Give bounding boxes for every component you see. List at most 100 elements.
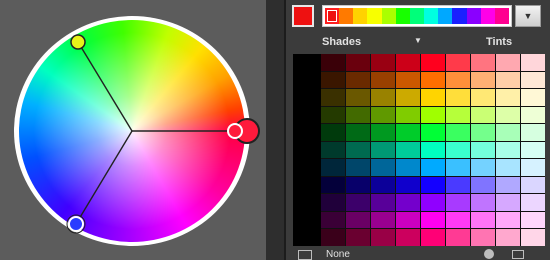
grid-swatch[interactable] [396,141,420,159]
grid-swatch[interactable] [471,54,495,71]
grid-swatch[interactable] [521,89,545,106]
grid-swatch[interactable] [471,106,495,124]
grid-swatch[interactable] [496,89,520,106]
grid-swatch[interactable] [421,124,445,141]
eye-icon[interactable] [484,249,494,259]
hue-strip-swatch[interactable] [438,8,453,24]
grid-swatch[interactable] [521,106,545,124]
grid-swatch[interactable] [471,176,495,194]
grid-swatch[interactable] [396,89,420,106]
grid-swatch[interactable] [396,194,420,211]
grid-swatch[interactable] [346,54,370,71]
grid-swatch[interactable] [346,211,370,229]
grid-swatch[interactable] [496,124,520,141]
hue-strip-swatch[interactable] [381,8,396,24]
panel-divider[interactable] [266,0,286,260]
grid-swatch[interactable] [521,141,545,159]
grid-swatch[interactable] [521,54,545,71]
grid-swatch[interactable] [321,71,345,89]
grid-swatch[interactable] [396,124,420,141]
grid-swatch[interactable] [396,176,420,194]
grid-swatch[interactable] [471,124,495,141]
strip-dropdown-button[interactable]: ▼ [515,5,541,27]
grid-swatch[interactable] [371,54,395,71]
grid-swatch[interactable] [496,176,520,194]
grid-swatch[interactable] [521,176,545,194]
grid-swatch[interactable] [521,229,545,246]
hue-strip-swatch[interactable] [367,8,382,24]
grid-swatch[interactable] [321,229,345,246]
grid-swatch[interactable] [446,71,470,89]
grid-swatch[interactable] [321,211,345,229]
grid-swatch[interactable] [346,71,370,89]
grid-swatch[interactable] [521,194,545,211]
grid-swatch[interactable] [371,211,395,229]
hue-strip-swatch[interactable] [339,8,354,24]
grid-swatch[interactable] [321,159,345,176]
grid-swatch[interactable] [446,229,470,246]
grid-swatch[interactable] [371,229,395,246]
harmony-handle-2[interactable] [68,216,84,232]
grid-swatch[interactable] [371,71,395,89]
hue-strip-swatch[interactable] [494,8,510,24]
grid-swatch[interactable] [396,229,420,246]
grid-swatch[interactable] [321,194,345,211]
folder-icon[interactable] [512,250,524,259]
shades-label[interactable]: Shades [322,36,361,48]
grid-swatch[interactable] [521,211,545,229]
grid-swatch[interactable] [321,54,345,71]
grid-swatch[interactable] [421,141,445,159]
current-color-swatch[interactable] [292,5,314,27]
grid-swatch[interactable] [446,211,470,229]
grid-swatch[interactable] [446,54,470,71]
grid-swatch[interactable] [521,159,545,176]
grid-swatch[interactable] [346,106,370,124]
grid-swatch[interactable] [496,159,520,176]
grid-swatch[interactable] [346,89,370,106]
grid-swatch[interactable] [421,71,445,89]
base-color-handle[interactable] [227,123,243,139]
grid-swatch[interactable] [321,89,345,106]
grid-swatch[interactable] [421,211,445,229]
grid-swatch[interactable] [446,106,470,124]
grid-swatch[interactable] [396,211,420,229]
grid-swatch[interactable] [496,211,520,229]
swatch-mode-icon[interactable] [298,250,312,260]
grid-swatch[interactable] [471,229,495,246]
grid-swatch[interactable] [421,54,445,71]
grid-swatch[interactable] [496,106,520,124]
hue-strip-swatch[interactable] [325,8,340,24]
hue-strip-swatch[interactable] [353,8,368,24]
grid-swatch[interactable] [346,141,370,159]
grid-swatch[interactable] [346,176,370,194]
grid-swatch[interactable] [496,194,520,211]
hue-strip-swatch[interactable] [480,8,495,24]
grid-swatch[interactable] [396,106,420,124]
grid-swatch[interactable] [371,176,395,194]
grid-swatch[interactable] [396,71,420,89]
grid-swatch[interactable] [346,194,370,211]
hue-strip-swatch[interactable] [409,8,425,24]
grid-swatch[interactable] [496,71,520,89]
grid-swatch[interactable] [496,229,520,246]
grid-swatch[interactable] [496,54,520,71]
grid-swatch[interactable] [446,141,470,159]
grid-swatch[interactable] [421,106,445,124]
hue-strip-swatch[interactable] [466,8,481,24]
grid-swatch[interactable] [421,229,445,246]
grid-swatch[interactable] [321,141,345,159]
grid-swatch[interactable] [321,124,345,141]
grid-swatch[interactable] [346,124,370,141]
black-swatch-column[interactable] [293,54,321,246]
grid-swatch[interactable] [471,71,495,89]
grid-swatch[interactable] [421,89,445,106]
grid-swatch[interactable] [421,176,445,194]
hue-strip-swatch[interactable] [395,8,410,24]
grid-swatch[interactable] [321,106,345,124]
grid-swatch[interactable] [446,176,470,194]
grid-swatch[interactable] [471,211,495,229]
grid-swatch[interactable] [396,159,420,176]
grid-swatch[interactable] [371,106,395,124]
grid-swatch[interactable] [396,54,420,71]
grid-swatch[interactable] [421,194,445,211]
